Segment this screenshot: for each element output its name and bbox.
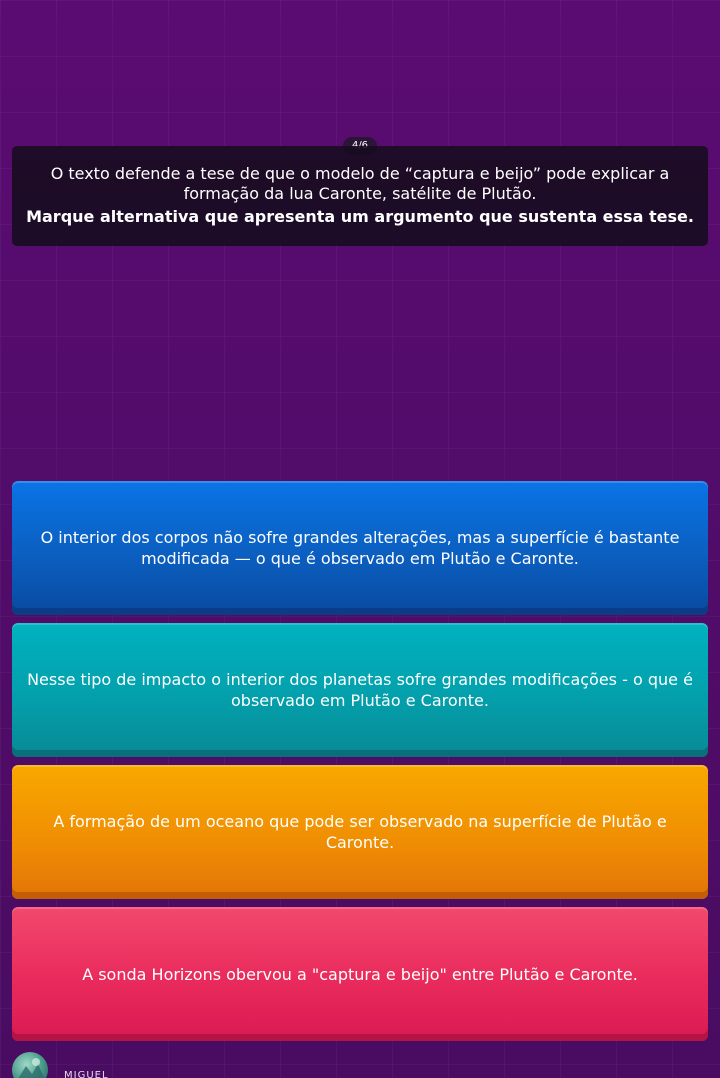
answer-option-3[interactable]: A formação de um oceano que pode ser obs… [12, 765, 708, 899]
player-name: MIGUEL [64, 1070, 109, 1078]
answer-option-3-text: A formação de um oceano que pode ser obs… [53, 812, 667, 852]
answer-option-1-text: O interior dos corpos não sofre grandes … [40, 528, 680, 568]
answer-option-4[interactable]: A sonda Horizons obervou a "captura e be… [12, 907, 708, 1041]
answer-option-2-text: Nesse tipo de impacto o interior dos pla… [27, 670, 693, 710]
question-text: O texto defende a tese de que o modelo d… [50, 164, 670, 203]
question-box: O texto defende a tese de que o modelo d… [12, 146, 708, 246]
player-avatar-icon [12, 1052, 48, 1078]
answer-option-1[interactable]: O interior dos corpos não sofre grandes … [12, 481, 708, 615]
answer-option-2[interactable]: Nesse tipo de impacto o interior dos pla… [12, 623, 708, 757]
answer-option-4-text: A sonda Horizons obervou a "captura e be… [82, 964, 638, 984]
question-instruction: Marque alternativa que apresenta um argu… [26, 207, 694, 226]
